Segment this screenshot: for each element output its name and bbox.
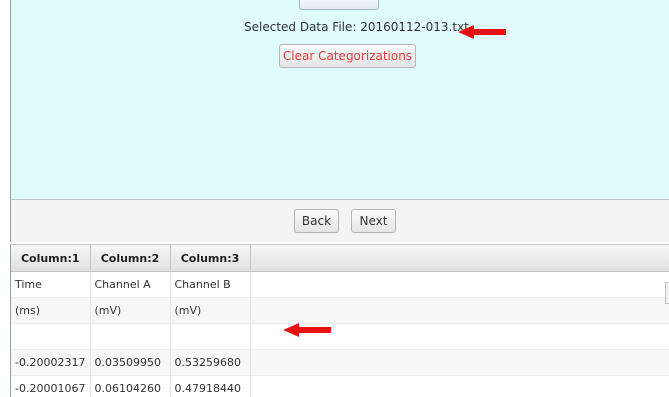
table-cell-filler (250, 349, 669, 376)
table-cell: (ms) (11, 297, 91, 324)
data-table-container: Column:1 Column:2 Column:3 Time Channel … (10, 244, 669, 397)
table-header-row: Column:1 Column:2 Column:3 (11, 245, 669, 272)
table-cell-filler (250, 297, 669, 324)
table-cell: 0.53259680 (170, 349, 251, 376)
table-cell: -0.20001067 (11, 375, 91, 397)
table-cell-filler (250, 375, 669, 397)
column-header-3[interactable]: Column:3 (170, 245, 251, 272)
app-window: Selected Data File: 20160112-013.txt Cle… (0, 0, 669, 397)
table-cell (11, 323, 91, 350)
table-cell: Time (11, 271, 91, 298)
top-partial-button[interactable] (299, 0, 379, 10)
clear-categorizations-button[interactable]: Clear Categorizations (279, 44, 416, 68)
table-cell: (mV) (170, 297, 251, 324)
red-arrow-left-icon (283, 323, 331, 337)
table-cell: 0.06104260 (90, 375, 171, 397)
table-cell: -0.20002317 (11, 349, 91, 376)
back-button[interactable]: Back (294, 209, 339, 233)
column-header-filler (250, 245, 669, 272)
column-header-2[interactable]: Column:2 (90, 245, 171, 272)
vertical-scrollbar[interactable] (665, 282, 669, 304)
table-cell-filler (250, 271, 669, 298)
selected-file-label: Selected Data File: 20160112-013.txt (244, 20, 469, 34)
next-button[interactable]: Next (351, 209, 396, 233)
data-table: Column:1 Column:2 Column:3 Time Channel … (11, 245, 669, 397)
table-row[interactable]: -0.20002317 0.03509950 0.53259680 (11, 349, 669, 376)
red-arrow-left-icon (458, 25, 506, 39)
table-cell (90, 323, 171, 350)
table-cell: Channel B (170, 271, 251, 298)
column-header-1[interactable]: Column:1 (11, 245, 91, 272)
file-selection-panel: Selected Data File: 20160112-013.txt Cle… (10, 0, 669, 200)
table-cell (170, 323, 251, 350)
table-row[interactable]: -0.20001067 0.06104260 0.47918440 (11, 375, 669, 397)
navigation-bar: Back Next (10, 200, 669, 242)
table-cell: (mV) (90, 297, 171, 324)
table-row[interactable]: Time Channel A Channel B (11, 271, 669, 298)
table-cell: 0.03509950 (90, 349, 171, 376)
table-cell: Channel A (90, 271, 171, 298)
table-row[interactable] (11, 323, 669, 350)
table-row[interactable]: (ms) (mV) (mV) (11, 297, 669, 324)
table-cell: 0.47918440 (170, 375, 251, 397)
